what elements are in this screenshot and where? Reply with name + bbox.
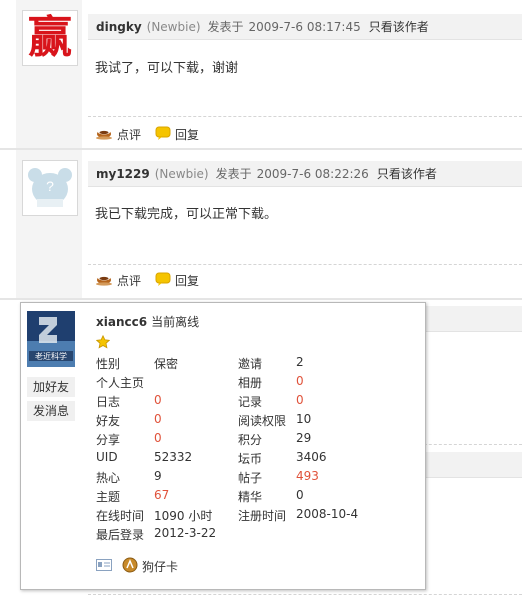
divider [88, 264, 522, 265]
stat-label: UID [96, 450, 118, 464]
comment-label: 点评 [117, 128, 142, 142]
stat-label: 在线时间 [96, 509, 145, 523]
stat-value: 52332 [154, 450, 193, 464]
stat-value: 保密 [154, 357, 179, 371]
post-2: ? my1229 (Newbie) 发表于 2009-7-6 08:22:26 … [0, 150, 522, 298]
stat-value: 29 [296, 431, 312, 445]
comment-label: 点评 [117, 274, 142, 288]
speech-bubble-icon [155, 126, 171, 143]
post-actions: 点评 回复 [95, 126, 213, 143]
username[interactable]: dingky [96, 20, 142, 34]
profile-card-icon[interactable] [96, 559, 112, 574]
stat-label: 注册时间 [238, 509, 287, 523]
post-header: my1229 (Newbie) 发表于 2009-7-6 08:22:26 只看… [88, 161, 522, 187]
stat-value[interactable]: 67 [154, 488, 169, 502]
avatar-logo: 赢 [28, 12, 72, 63]
comment-button[interactable]: 点评 [95, 272, 141, 289]
reply-label: 回复 [175, 274, 200, 288]
username[interactable]: my1229 [96, 167, 150, 181]
stat-value: 2012-3-22 [154, 526, 217, 540]
stat-label: 热心 [96, 471, 121, 485]
stat-value: 9 [154, 469, 162, 483]
stat-value[interactable]: 0 [154, 431, 162, 445]
stat-label: 坛币 [238, 452, 263, 466]
star-icon [95, 334, 111, 352]
post-time: 2009-7-6 08:17:45 [248, 19, 361, 34]
post-1: 赢 dingky (Newbie) 发表于 2009-7-6 08:17:45 … [0, 0, 522, 148]
stat-label: 好友 [96, 414, 121, 428]
dog-card-icon[interactable] [122, 557, 138, 576]
coffee-cup-icon [95, 272, 113, 289]
stat-value: 1090 小时 [154, 509, 213, 523]
coffee-cup-icon [95, 126, 113, 143]
stat-value: 2 [296, 355, 304, 369]
posted-prefix: 发表于 [215, 167, 252, 181]
stat-label: 个人主页 [96, 376, 145, 390]
stat-value: 10 [296, 412, 312, 426]
stat-label: 最后登录 [96, 528, 145, 542]
online-status: 当前离线 [151, 315, 200, 329]
stat-value: 2008-10-4 [296, 507, 359, 521]
comment-button[interactable]: 点评 [95, 126, 141, 143]
post-header: dingky (Newbie) 发表于 2009-7-6 08:17:45 只看… [88, 14, 522, 40]
avatar[interactable]: 赢 [22, 10, 78, 66]
post-content: 我已下载完成，可以正常下载。 [95, 207, 278, 222]
avatar[interactable]: 老近科学 [27, 311, 75, 367]
svg-text:?: ? [46, 178, 54, 194]
stat-label: 主题 [96, 490, 121, 504]
stat-label: 帖子 [238, 471, 263, 485]
reply-button[interactable]: 回复 [155, 126, 199, 143]
popup-footer: 狗仔卡 [96, 557, 178, 576]
stat-value[interactable]: 0 [296, 374, 304, 388]
divider [88, 594, 522, 595]
posted-prefix: 发表于 [207, 20, 244, 34]
divider [88, 116, 522, 117]
svg-text:老近科学: 老近科学 [35, 351, 67, 361]
stat-value[interactable]: 0 [154, 412, 162, 426]
post-time: 2009-7-6 08:22:26 [256, 166, 369, 181]
stat-value[interactable]: 0 [154, 393, 162, 407]
stat-label: 性别 [96, 357, 121, 371]
reply-button[interactable]: 回复 [155, 272, 199, 289]
send-message-button[interactable]: 发消息 [27, 401, 75, 421]
stat-label: 精华 [238, 490, 263, 504]
default-avatar-icon: ? [23, 161, 77, 215]
user-info-card: 老近科学 加好友 发消息 xiancc6 当前离线 性别 保密 邀请 2 个人主页 相册 0 日… [20, 302, 426, 590]
only-author-link[interactable]: 只看该作者 [369, 18, 429, 35]
stat-value: 3406 [296, 450, 327, 464]
stat-label: 分享 [96, 433, 121, 447]
stat-value[interactable]: 0 [296, 393, 304, 407]
user-avatar-image: 老近科学 [27, 311, 75, 367]
post-content: 我试了，可以下载，谢谢 [95, 61, 239, 76]
stat-value[interactable]: 493 [296, 469, 319, 483]
avatar[interactable]: ? [22, 160, 78, 216]
user-level: (Newbie) [146, 19, 201, 34]
stat-label: 记录 [238, 395, 263, 409]
username[interactable]: xiancc6 [96, 315, 147, 329]
add-friend-button[interactable]: 加好友 [27, 377, 75, 397]
post-separator [0, 298, 522, 300]
stat-value: 0 [296, 488, 304, 502]
speech-bubble-icon [155, 272, 171, 289]
stat-label: 邀请 [238, 357, 263, 371]
reply-label: 回复 [175, 128, 200, 142]
post-actions: 点评 回复 [95, 272, 213, 289]
popup-username-line: xiancc6 当前离线 [96, 313, 199, 330]
dog-card-link[interactable]: 狗仔卡 [142, 558, 178, 575]
user-level: (Newbie) [154, 166, 209, 181]
stat-label: 日志 [96, 395, 121, 409]
only-author-link[interactable]: 只看该作者 [377, 165, 437, 182]
stat-label: 相册 [238, 376, 263, 390]
stat-label: 阅读权限 [238, 414, 287, 428]
stat-label: 积分 [238, 433, 263, 447]
